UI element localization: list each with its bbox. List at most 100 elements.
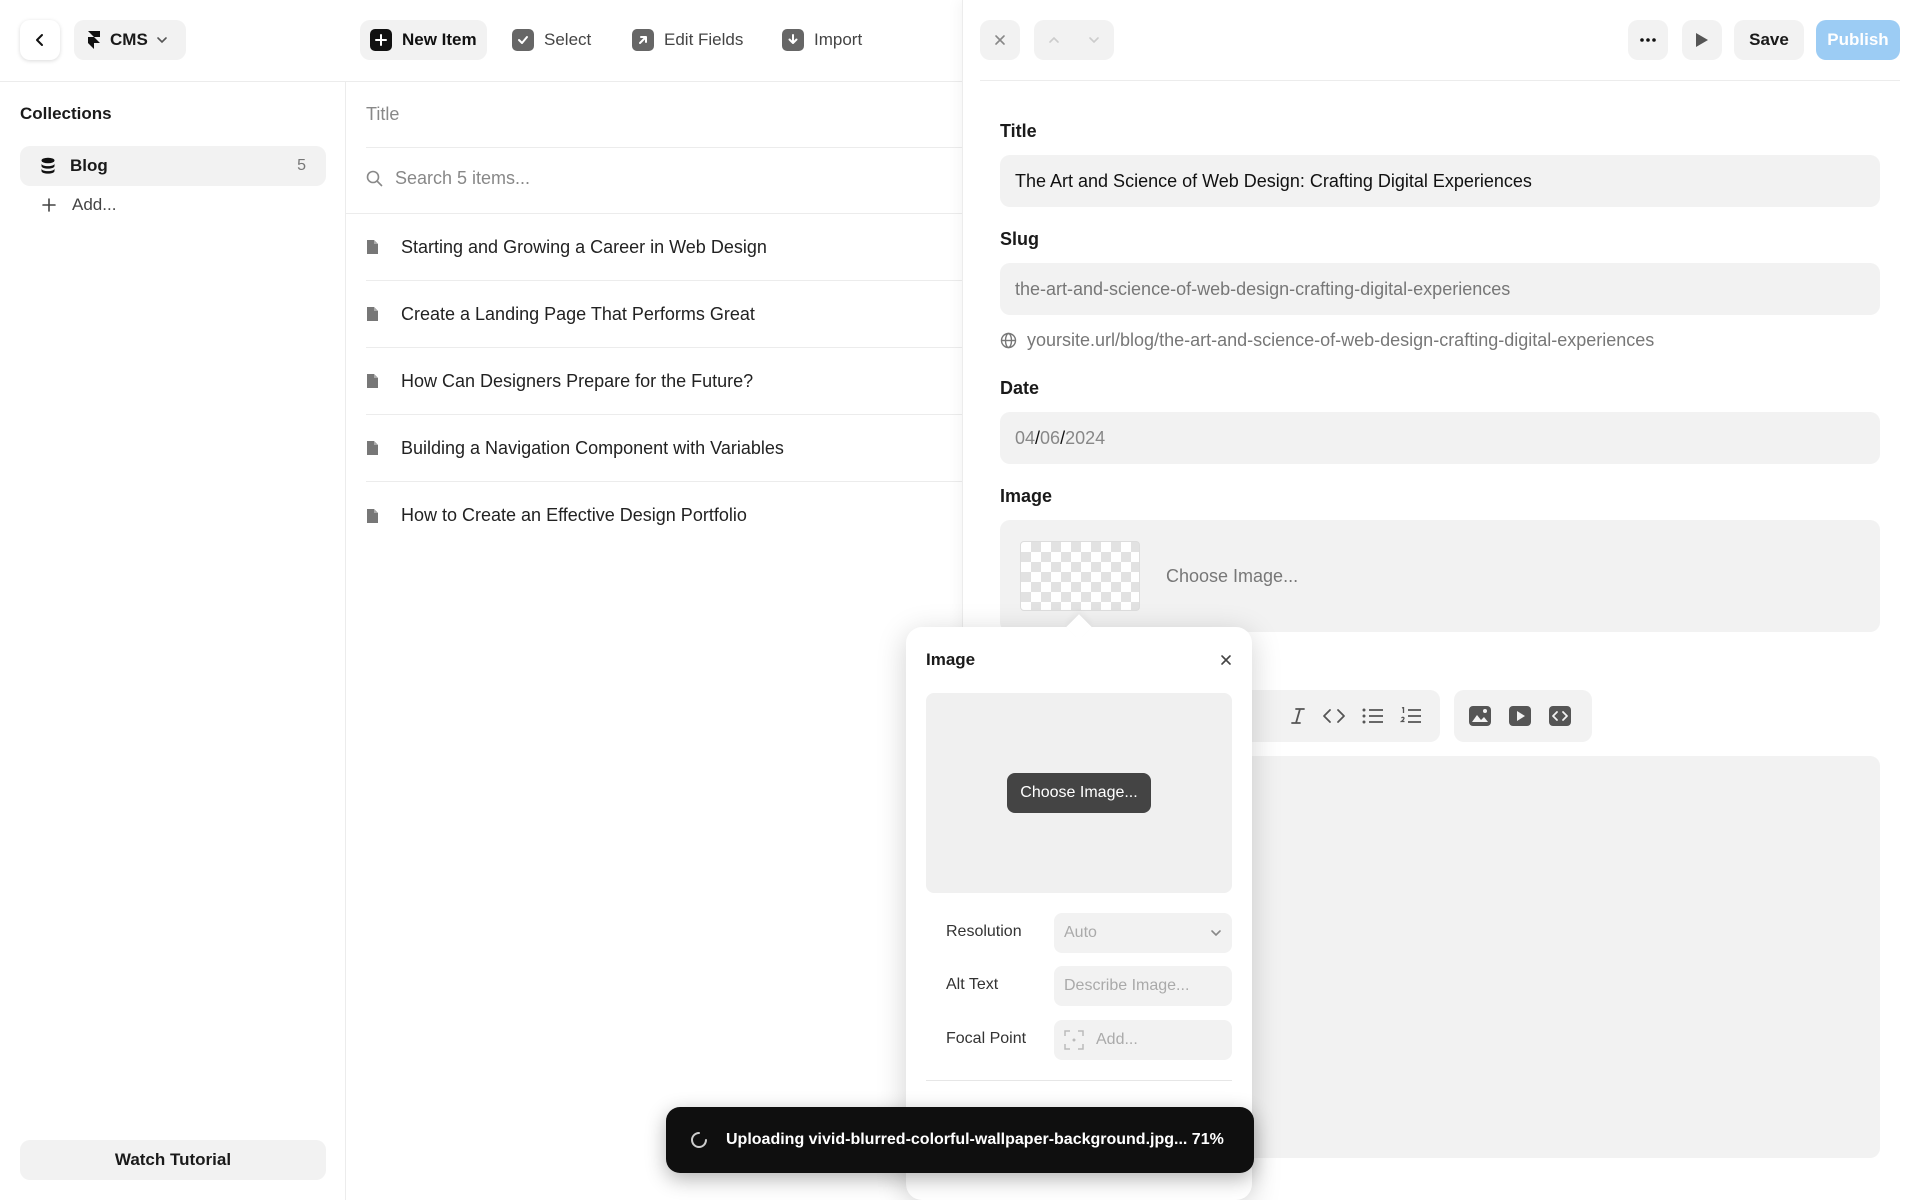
document-icon (367, 508, 378, 523)
edit-fields-label: Edit Fields (664, 30, 744, 49)
document-icon (367, 441, 378, 455)
plus-icon (42, 198, 56, 212)
document-icon (367, 240, 378, 254)
code-icon[interactable] (1322, 708, 1346, 724)
slug-label: Slug (1000, 229, 1039, 249)
resolution-value: Auto (1064, 924, 1097, 941)
focal-point-placeholder: Add... (1096, 1031, 1138, 1048)
image-icon[interactable] (1468, 705, 1492, 727)
numbered-list-icon[interactable] (1400, 707, 1422, 725)
slug-url-preview: yoursite.url/blog/the-art-and-science-of… (1000, 330, 1654, 351)
alt-text-input[interactable]: Describe Image... (1054, 966, 1232, 1006)
ellipsis-icon (1640, 38, 1656, 42)
collections-sidebar (0, 82, 346, 1200)
database-icon (41, 157, 55, 174)
image-label: Image (1000, 486, 1053, 506)
list-item[interactable]: Building a Navigation Component with Var… (366, 415, 962, 482)
chevron-left-icon (36, 34, 43, 46)
slug-field[interactable]: the-art-and-science-of-web-design-crafti… (1000, 263, 1880, 315)
list-item-title: How Can Designers Prepare for the Future… (401, 370, 754, 391)
alt-text-placeholder: Describe Image... (1064, 977, 1190, 994)
watch-tutorial-button[interactable]: Watch Tutorial (20, 1140, 326, 1180)
alt-text-label: Alt Text (946, 976, 999, 993)
spinner-icon (691, 1132, 707, 1148)
document-icon (367, 307, 378, 321)
focus-icon (1064, 1030, 1084, 1050)
select-button[interactable]: Select (502, 20, 601, 60)
search-input[interactable]: Search 5 items... (395, 168, 530, 189)
list-item[interactable]: Starting and Growing a Career in Web Des… (366, 214, 962, 281)
choose-image-text[interactable]: Choose Image... (1166, 566, 1298, 587)
list-item[interactable]: How to Create an Effective Design Portfo… (366, 482, 962, 549)
more-options-button[interactable] (1628, 20, 1668, 60)
date-day[interactable]: 06 (1040, 428, 1060, 448)
italic-icon[interactable] (1290, 707, 1306, 725)
item-navigation (1034, 20, 1114, 60)
edit-fields-button[interactable]: Edit Fields (622, 20, 753, 60)
search-bar[interactable]: Search 5 items... (366, 168, 530, 189)
column-header-title[interactable]: Title (366, 104, 399, 125)
app-switcher-button[interactable]: CMS (74, 20, 186, 60)
resolution-select[interactable]: Auto (1054, 913, 1232, 953)
divider (366, 147, 962, 148)
divider (980, 80, 1900, 81)
sidebar-item-label: Blog (70, 156, 108, 175)
new-item-label: New Item (402, 30, 477, 49)
list-item-title: Starting and Growing a Career in Web Des… (401, 236, 767, 257)
import-button[interactable]: Import (772, 20, 872, 60)
framer-logo-icon (88, 31, 100, 49)
select-label: Select (544, 30, 592, 49)
focal-point-input[interactable]: Add... (1054, 1020, 1232, 1060)
slug-value: the-art-and-science-of-web-design-crafti… (1015, 278, 1511, 299)
popover-close-button[interactable] (1216, 650, 1236, 670)
close-panel-button[interactable] (980, 20, 1020, 60)
embed-icon[interactable] (1548, 705, 1572, 727)
search-icon (366, 170, 383, 187)
date-year[interactable]: 2024 (1065, 428, 1105, 448)
title-value: The Art and Science of Web Design: Craft… (1015, 170, 1532, 191)
upload-status-text: Uploading vivid-blurred-colorful-wallpap… (726, 1131, 1224, 1148)
popover-title: Image (926, 650, 976, 669)
close-icon (995, 35, 1005, 45)
app-switcher-label: CMS (110, 30, 148, 49)
date-field[interactable]: 04/06/2024 (1000, 412, 1880, 464)
add-collection-label: Add... (72, 195, 117, 214)
list-item[interactable]: Create a Landing Page That Performs Grea… (366, 281, 962, 348)
add-collection-button[interactable]: Add... (42, 194, 116, 216)
publish-button[interactable]: Publish (1816, 20, 1900, 60)
chevron-down-icon (156, 37, 167, 44)
save-button[interactable]: Save (1734, 20, 1804, 60)
sidebar-item-blog[interactable]: Blog 5 (20, 146, 326, 186)
focal-point-label: Focal Point (946, 1030, 1027, 1047)
bullet-list-icon[interactable] (1362, 708, 1384, 724)
text-format-toolbar (1240, 690, 1440, 742)
resolution-label: Resolution (946, 923, 1022, 940)
list-item[interactable]: How Can Designers Prepare for the Future… (366, 348, 962, 415)
document-icon (367, 374, 378, 388)
video-icon[interactable] (1508, 705, 1532, 727)
slug-url-text: yoursite.url/blog/the-art-and-science-of… (1027, 330, 1655, 350)
choose-image-button[interactable]: Choose Image... (1007, 773, 1151, 813)
close-icon (1221, 655, 1231, 665)
preview-button[interactable] (1682, 20, 1722, 60)
new-item-button[interactable]: New Item (360, 20, 487, 60)
arrow-up-right-icon (632, 29, 654, 51)
back-button[interactable] (20, 20, 60, 60)
media-toolbar (1454, 690, 1592, 742)
import-label: Import (814, 30, 863, 49)
divider (926, 1080, 1232, 1081)
list-item-title: How to Create an Effective Design Portfo… (401, 505, 747, 525)
list-item-title: Building a Navigation Component with Var… (401, 437, 784, 458)
date-label: Date (1000, 378, 1040, 398)
title-field[interactable]: The Art and Science of Web Design: Craft… (1000, 155, 1880, 207)
chevron-down-icon[interactable] (1088, 34, 1100, 46)
chevron-up-icon[interactable] (1048, 34, 1060, 46)
item-count: 5 (297, 157, 306, 174)
date-value: 04/06/2024 (1015, 428, 1105, 449)
plus-icon (370, 29, 392, 51)
list-item-title: Create a Landing Page That Performs Grea… (401, 303, 755, 324)
chevron-down-icon (1211, 930, 1221, 937)
date-month[interactable]: 04 (1015, 428, 1035, 448)
download-icon (782, 29, 804, 51)
image-thumbnail[interactable] (1020, 541, 1140, 611)
